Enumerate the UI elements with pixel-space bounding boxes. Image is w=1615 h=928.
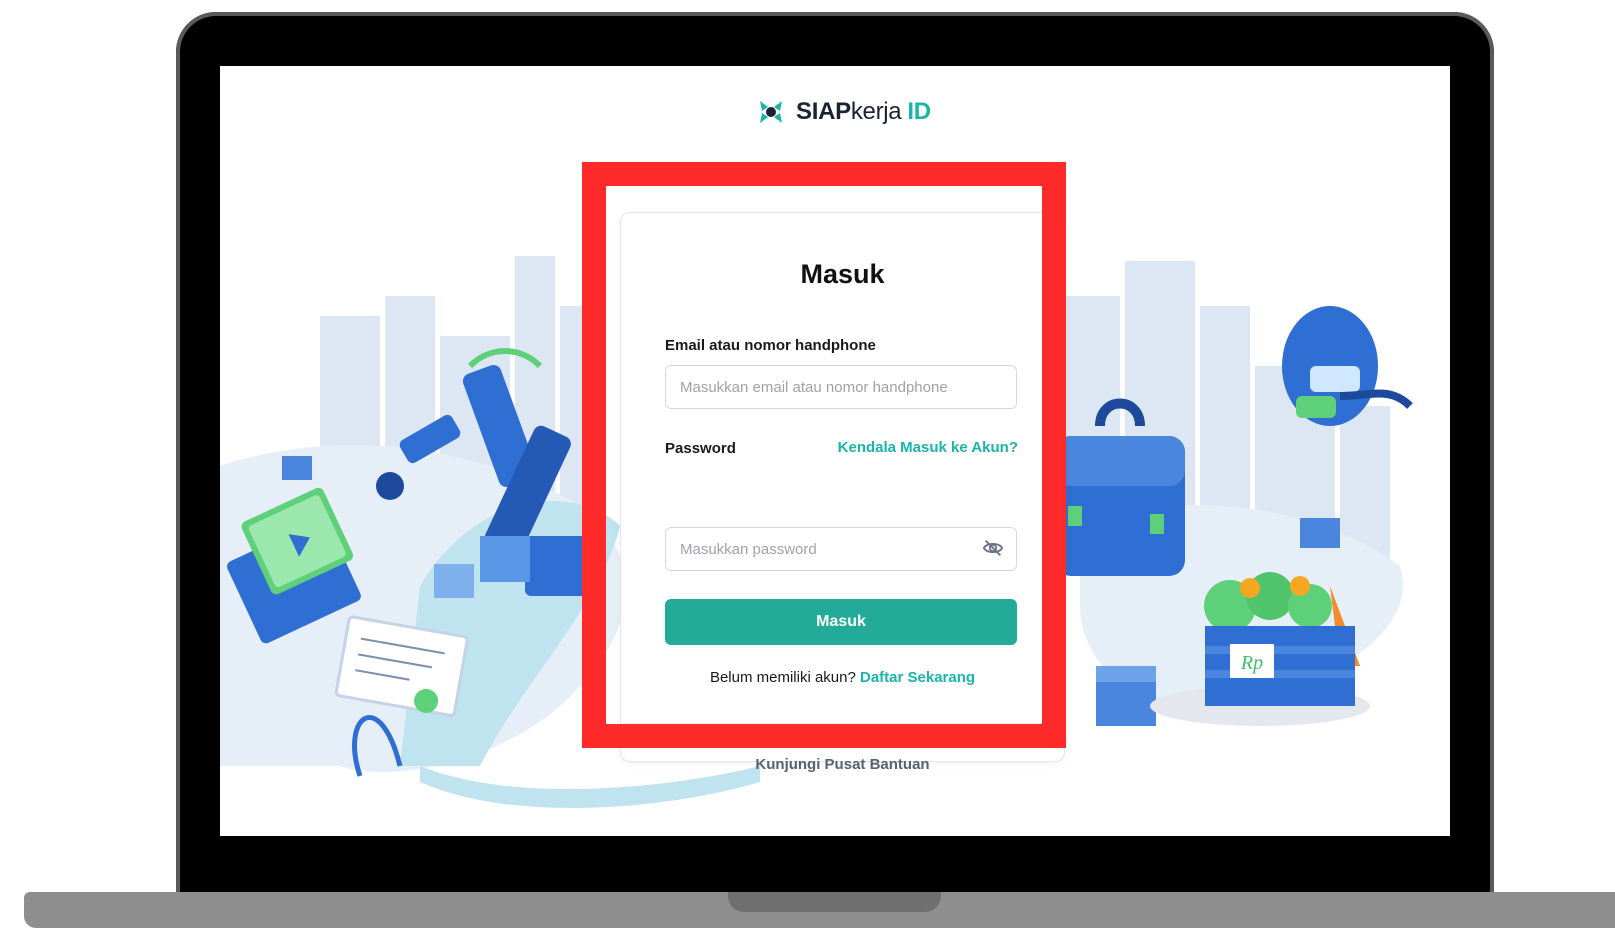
register-prompt: Belum memiliki akun? xyxy=(709,669,856,686)
hide-password-icon[interactable] xyxy=(982,537,1004,559)
logo-mark-icon xyxy=(760,101,782,123)
login-screen: Rp SIAPkerja ID Masuk Email atau nomor ha… xyxy=(220,66,1450,836)
siapkerja-logo[interactable]: SIAPkerja ID xyxy=(754,92,931,132)
laptop-notch xyxy=(728,892,941,912)
login-card: Masuk Email atau nomor handphone Passwor… xyxy=(620,212,1065,773)
login-button[interactable]: Masuk xyxy=(665,599,1017,645)
price-tag-text: Rp xyxy=(1240,652,1263,674)
register-link[interactable]: Daftar Sekarang xyxy=(860,669,975,686)
register-row: Belum memiliki akun? Daftar Sekarang xyxy=(621,669,1064,686)
logo-text: SIAPkerja ID xyxy=(796,98,931,126)
password-label: Password xyxy=(665,440,736,457)
email-label: Email atau nomor handphone xyxy=(665,337,876,354)
logo-brand-regular: kerja xyxy=(850,98,902,125)
password-field[interactable] xyxy=(665,527,1017,571)
card-divider xyxy=(621,723,1064,724)
logo-brand-id: ID xyxy=(907,98,931,125)
login-title: Masuk xyxy=(800,259,885,289)
logo-brand-bold: SIAP xyxy=(796,98,851,125)
email-field[interactable] xyxy=(665,365,1017,409)
trouble-login-link[interactable]: Kendala Masuk ke Akun? xyxy=(838,439,1018,456)
help-center-link[interactable]: Kunjungi Pusat Bantuan xyxy=(621,756,1064,773)
